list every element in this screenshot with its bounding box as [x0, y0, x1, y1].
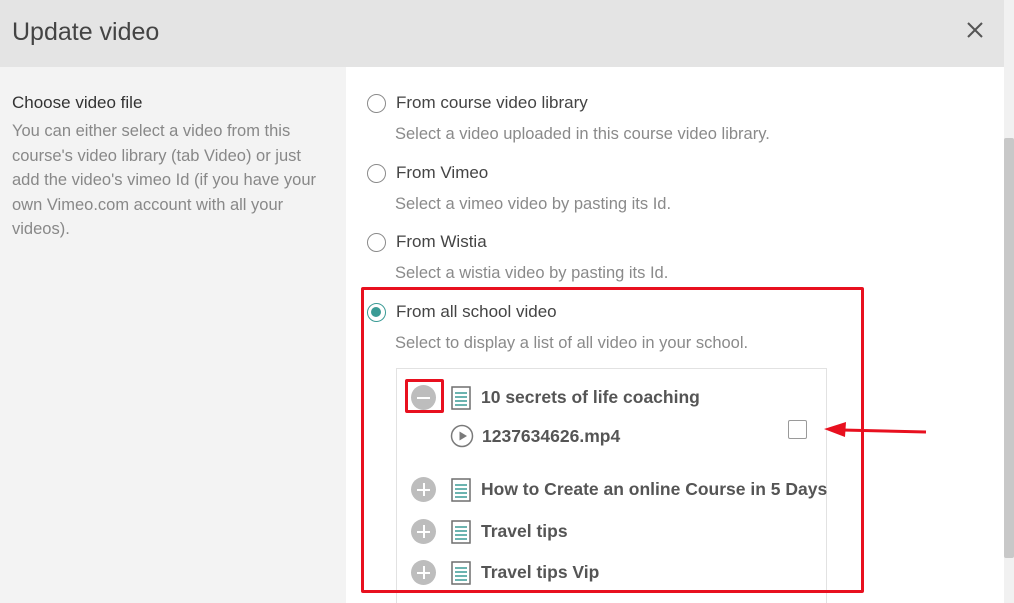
section-description: You can either select a video from this … — [12, 122, 316, 238]
radio-all-school-video[interactable] — [367, 302, 386, 322]
expand-toggle[interactable] — [411, 477, 436, 502]
left-panel: Choose video file You can either select … — [0, 67, 346, 603]
collapse-toggle[interactable] — [411, 385, 436, 410]
option-label: From Vimeo — [396, 163, 489, 182]
course-name[interactable]: 10 secrets of life coaching — [481, 387, 700, 408]
radio-wistia[interactable] — [367, 232, 386, 252]
option-description: Select a video uploaded in this course v… — [395, 125, 770, 143]
play-circle-icon — [450, 424, 474, 448]
tree-course-row: Travel tips Vip — [411, 560, 599, 585]
course-name[interactable]: Travel tips — [481, 521, 568, 542]
list-icon — [451, 519, 471, 544]
option-description: Select a wistia video by pasting its Id. — [395, 264, 669, 282]
list-icon — [451, 560, 471, 585]
modal-title: Update video — [12, 18, 160, 46]
scrollbar-thumb[interactable] — [1004, 138, 1014, 558]
radio-vimeo[interactable] — [367, 163, 386, 183]
option-label: From course video library — [396, 93, 588, 112]
option-label: From Wistia — [396, 232, 487, 251]
course-name[interactable]: How to Create an online Course in 5 Days — [481, 479, 827, 500]
radio-course-library[interactable] — [367, 93, 386, 113]
modal-header: Update video — [0, 0, 1004, 67]
video-file-name: 1237634626.mp4 — [482, 425, 621, 446]
video-select-checkbox[interactable] — [788, 420, 807, 439]
section-title: Choose video file — [12, 93, 143, 112]
expand-toggle[interactable] — [411, 519, 436, 544]
close-button[interactable] — [962, 17, 988, 43]
close-icon — [967, 22, 983, 38]
option-wistia[interactable]: From Wistia — [367, 232, 487, 252]
option-all-school-video[interactable]: From all school video — [367, 302, 557, 322]
list-icon — [451, 385, 471, 410]
tree-course-row: How to Create an online Course in 5 Days — [411, 477, 827, 502]
list-icon — [451, 477, 471, 502]
option-course-library[interactable]: From course video library — [367, 93, 588, 113]
option-description: Select a vimeo video by pasting its Id. — [395, 195, 672, 213]
tree-course-row: 10 secrets of life coaching — [411, 385, 700, 410]
tree-course-row: Travel tips — [411, 519, 568, 544]
tree-video-row[interactable]: 1237634626.mp4 — [450, 424, 620, 448]
option-description: Select to display a list of all video in… — [395, 334, 749, 352]
option-vimeo[interactable]: From Vimeo — [367, 163, 488, 183]
expand-toggle[interactable] — [411, 560, 436, 585]
option-label: From all school video — [396, 302, 557, 321]
annotation-arrow-icon — [824, 422, 927, 437]
course-name[interactable]: Travel tips Vip — [481, 562, 599, 583]
